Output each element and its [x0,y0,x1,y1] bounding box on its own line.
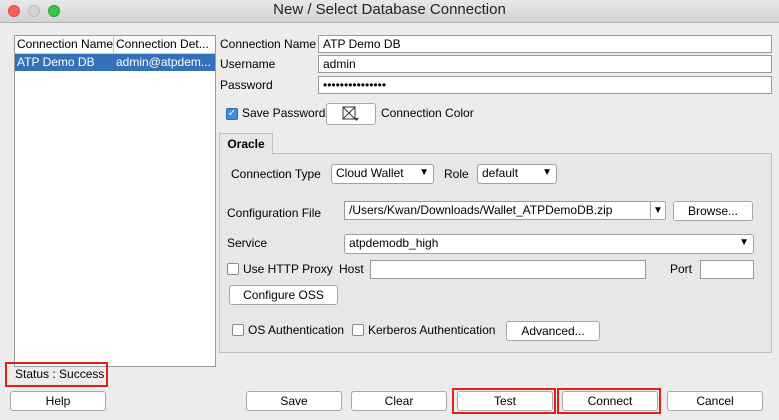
configuration-file-field[interactable]: /Users/Kwan/Downloads/Wallet_ATPDemoDB.z… [344,201,651,220]
use-http-proxy-label: Use HTTP Proxy [243,262,333,276]
port-field[interactable] [700,260,754,279]
role-label: Role [444,167,469,181]
status-highlight-box [5,362,108,387]
cancel-button[interactable]: Cancel [667,391,763,411]
advanced-button[interactable]: Advanced... [506,321,600,341]
save-password-label: Save Password [242,106,326,120]
title-bar: New / Select Database Connection [0,0,779,23]
save-password-checkbox[interactable]: ✓ [226,108,238,120]
chevron-down-icon: ▼ [419,167,429,178]
tab-oracle[interactable]: Oracle [219,133,273,154]
username-field[interactable]: admin [318,55,772,73]
column-divider[interactable] [113,36,114,53]
connection-name-field[interactable]: ATP Demo DB [318,35,772,53]
configure-oss-button[interactable]: Configure OSS [229,285,338,305]
row-connection-details: admin@atpdem... [116,55,211,69]
configuration-file-label: Configuration File [227,206,322,220]
role-value: default [482,166,519,180]
color-swatch-icon [342,106,359,121]
chevron-down-icon: ▼ [739,237,749,248]
password-field[interactable]: ••••••••••••••• [318,76,772,94]
test-highlight-box [452,388,556,414]
window-title: New / Select Database Connection [273,1,506,18]
service-label: Service [227,236,268,250]
dialog-window: New / Select Database Connection Connect… [0,0,779,420]
column-header-connection-details[interactable]: Connection Det... [116,37,214,51]
use-http-proxy-checkbox[interactable] [227,263,239,275]
connect-highlight-box [557,388,661,414]
port-label: Port [670,262,693,276]
username-label: Username [220,57,276,71]
connection-color-button[interactable] [326,103,376,125]
kerberos-authentication-label: Kerberos Authentication [368,323,496,337]
clear-button[interactable]: Clear [351,391,447,411]
browse-button[interactable]: Browse... [673,201,753,221]
host-label: Host [339,262,364,276]
connections-table[interactable]: Connection Name Connection Det... ATP De… [14,35,216,367]
connection-color-label: Connection Color [381,106,474,120]
role-dropdown[interactable]: default ▼ [477,164,557,184]
save-button[interactable]: Save [246,391,342,411]
connection-name-label: Connection Name [220,37,317,51]
service-value: atpdemodb_high [349,236,439,250]
help-button[interactable]: Help [10,391,106,411]
os-authentication-label: OS Authentication [248,323,345,337]
configuration-file-dropdown-button[interactable]: ▼ [650,201,666,220]
column-header-connection-name[interactable]: Connection Name [17,37,113,51]
os-authentication-checkbox[interactable] [232,324,244,336]
connection-type-value: Cloud Wallet [336,166,404,180]
connections-table-header: Connection Name Connection Det... [15,36,215,54]
host-field[interactable] [370,260,646,279]
connection-type-dropdown[interactable]: Cloud Wallet ▼ [331,164,434,184]
chevron-down-icon: ▼ [542,167,552,178]
connection-type-label: Connection Type [231,167,321,181]
kerberos-authentication-checkbox[interactable] [352,324,364,336]
table-row[interactable]: ATP Demo DB admin@atpdem... [15,54,215,71]
row-connection-name: ATP Demo DB [17,55,95,69]
service-dropdown[interactable]: atpdemodb_high ▼ [344,234,754,254]
password-label: Password [220,78,273,92]
